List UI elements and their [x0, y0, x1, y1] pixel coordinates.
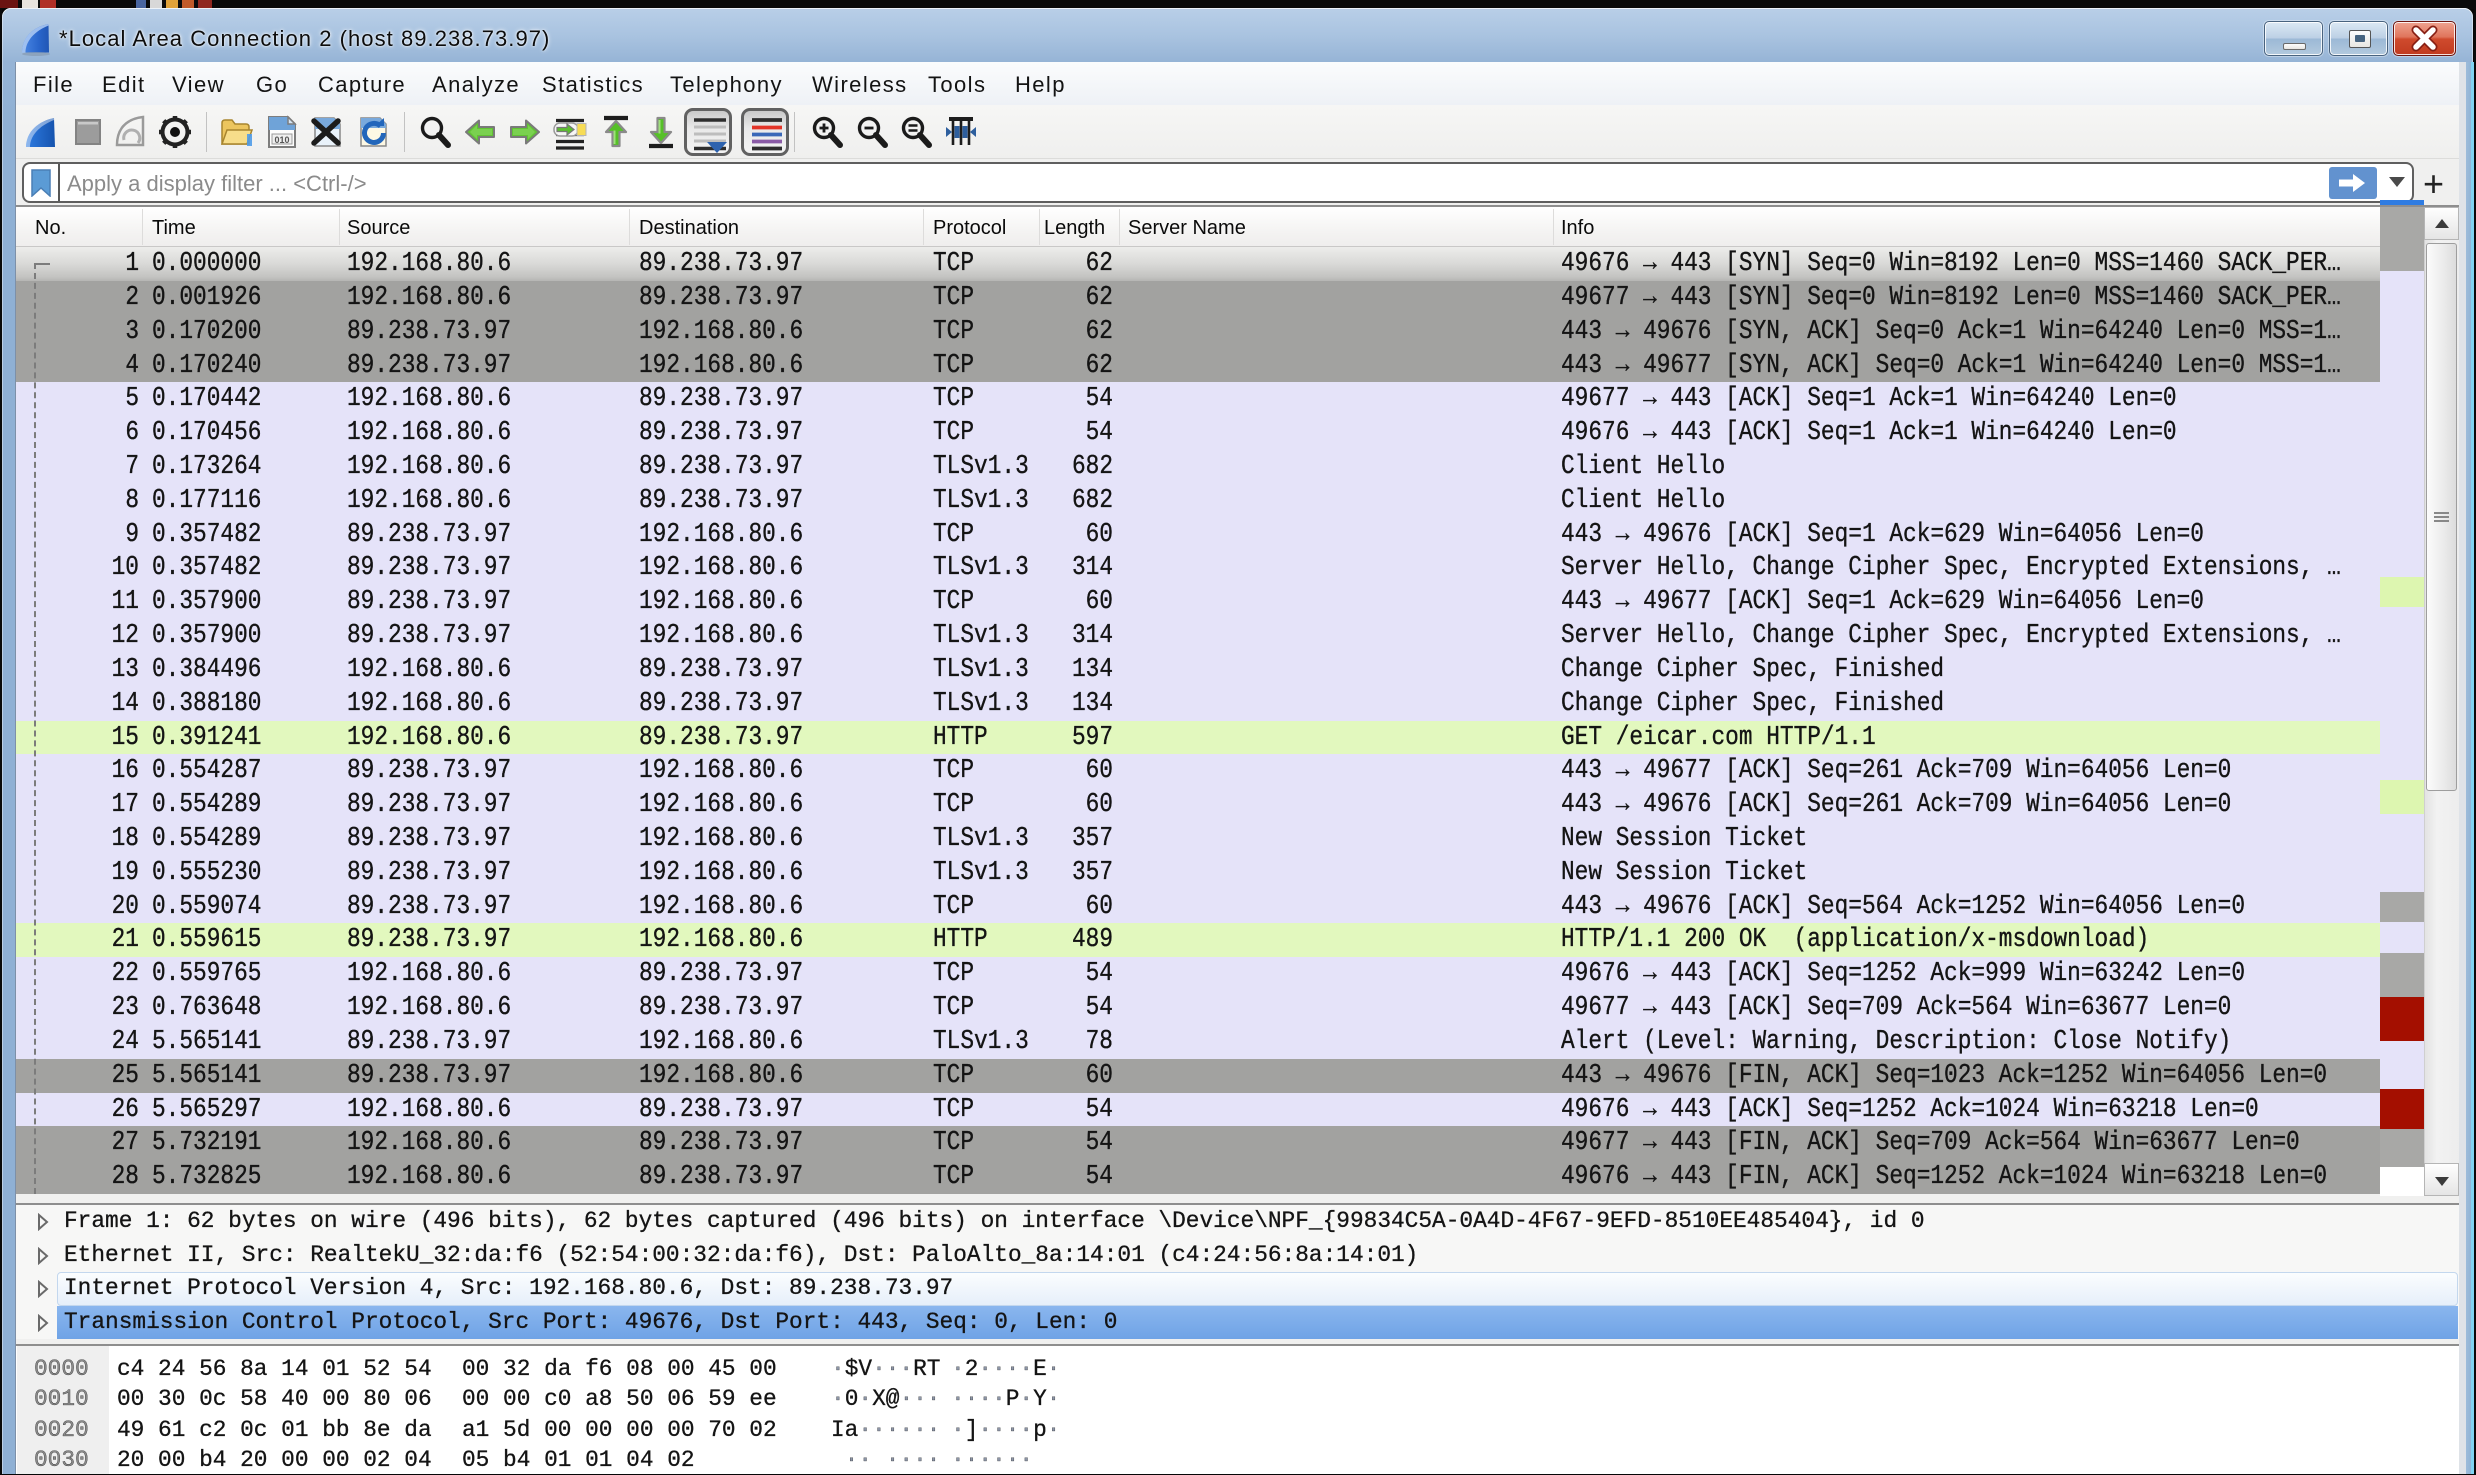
svg-text:010: 010 [274, 135, 289, 145]
